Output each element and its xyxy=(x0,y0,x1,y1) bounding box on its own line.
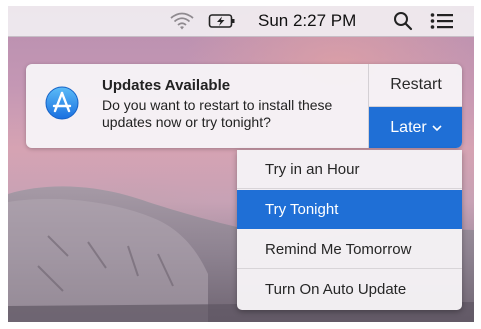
menu-bar: Sun 2:27 PM xyxy=(8,6,474,37)
wifi-icon[interactable] xyxy=(169,6,195,36)
menu-item-turn-on-auto-update[interactable]: Turn On Auto Update xyxy=(237,270,462,309)
later-button-label: Later xyxy=(390,118,427,136)
later-menu: Try in an Hour Try Tonight Remind Me Tom… xyxy=(237,150,462,310)
app-store-icon xyxy=(45,86,79,120)
updates-notification: Updates Available Do you want to restart… xyxy=(26,64,462,148)
spotlight-search-icon[interactable] xyxy=(393,6,413,36)
menu-item-try-in-an-hour[interactable]: Try in an Hour xyxy=(237,150,462,189)
menubar-clock[interactable]: Sun 2:27 PM xyxy=(258,6,356,36)
notification-center-icon[interactable] xyxy=(430,6,454,36)
chevron-down-icon xyxy=(432,124,442,131)
notification-body: Do you want to restart to install these … xyxy=(102,97,333,130)
menu-item-remind-me-tomorrow[interactable]: Remind Me Tomorrow xyxy=(237,230,462,269)
restart-button[interactable]: Restart xyxy=(369,64,462,107)
notification-actions: Restart Later xyxy=(368,64,462,148)
later-button[interactable]: Later xyxy=(369,107,462,148)
notification-title: Updates Available xyxy=(102,77,231,94)
desktop: Sun 2:27 PM Updates Available Do you wan… xyxy=(8,6,474,322)
menu-item-try-tonight[interactable]: Try Tonight xyxy=(237,190,462,229)
battery-charging-icon[interactable] xyxy=(208,6,236,36)
